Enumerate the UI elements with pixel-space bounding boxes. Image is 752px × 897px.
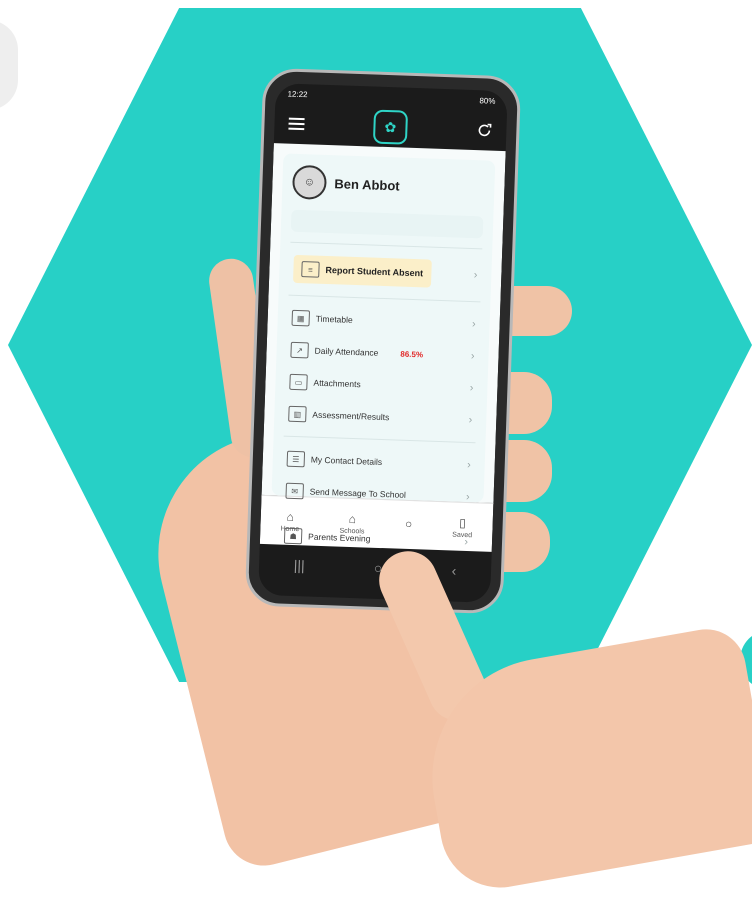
clipboard-icon: ≡ xyxy=(301,261,320,278)
avatar: ☺ xyxy=(291,164,328,200)
back-icon[interactable]: ‹ xyxy=(451,563,456,579)
divider xyxy=(283,435,476,444)
report-student-absent-row[interactable]: ≡ Report Student Absent › xyxy=(289,249,482,296)
nav-saved[interactable]: ▯ Saved xyxy=(452,515,473,539)
status-time: 12:22 xyxy=(287,89,308,99)
profile-icon: ○ xyxy=(404,516,413,532)
folder-icon: ▭ xyxy=(289,373,308,391)
nav-label: Schools xyxy=(339,527,365,535)
attendance-percentage: 86.5% xyxy=(400,349,424,359)
menu-icon[interactable] xyxy=(284,111,309,136)
profile-header[interactable]: ☺ Ben Abbot xyxy=(291,162,485,209)
chevron-right-icon: › xyxy=(473,269,478,282)
report-student-absent-button[interactable]: ≡ Report Student Absent xyxy=(292,254,432,288)
report-student-absent-label: Report Student Absent xyxy=(325,264,424,279)
menu-item-label: Timetable xyxy=(315,313,353,325)
profile-info-strip xyxy=(290,209,484,239)
home-icon: ⌂ xyxy=(286,509,295,524)
menu-item-label: Send Message To School xyxy=(309,486,407,500)
calendar-grid-icon: ▦ xyxy=(291,309,311,327)
nav-schools[interactable]: ⌂ Schools xyxy=(339,511,365,535)
menu-item-assessment-results[interactable]: ▥ Assessment/Results › xyxy=(284,398,477,437)
refresh-icon[interactable] xyxy=(472,118,497,143)
nav-home[interactable]: ⌂ Home xyxy=(280,509,300,533)
system-navigation-bar: ||| ○ ‹ xyxy=(258,544,491,592)
student-name: Ben Abbot xyxy=(334,175,400,193)
chevron-right-icon: › xyxy=(466,459,471,472)
background-decoration-left xyxy=(0,20,18,110)
menu-item-label: Daily Attendance xyxy=(314,345,379,358)
phone-screen: 12:22 80% ✿ ☺ Ben Abbot ≡ Report Student… xyxy=(258,83,508,603)
contact-card-icon: ☰ xyxy=(286,450,306,468)
bar-chart-icon: ▥ xyxy=(288,405,307,423)
divider xyxy=(288,294,481,303)
phone-device: 12:22 80% ✿ ☺ Ben Abbot ≡ Report Student… xyxy=(244,67,522,615)
chevron-right-icon: › xyxy=(468,414,473,427)
app-logo-icon: ✿ xyxy=(372,109,409,145)
chart-line-icon: ↗ xyxy=(290,341,309,359)
student-card: ☺ Ben Abbot ≡ Report Student Absent › ▦ xyxy=(271,153,496,548)
school-icon: ⌂ xyxy=(348,511,357,526)
message-icon: ✉ xyxy=(285,482,304,500)
chevron-right-icon: › xyxy=(465,490,470,504)
status-battery: 80% xyxy=(479,95,496,106)
bookmark-icon: ▯ xyxy=(459,515,467,530)
recent-apps-icon[interactable]: ||| xyxy=(294,557,305,573)
app-content: ☺ Ben Abbot ≡ Report Student Absent › ▦ xyxy=(261,143,506,548)
divider xyxy=(290,241,483,250)
nav-profile[interactable]: ○ xyxy=(405,517,413,533)
nav-label: Saved xyxy=(452,531,473,539)
chevron-right-icon: › xyxy=(470,350,475,363)
chevron-right-icon: › xyxy=(471,318,476,331)
chevron-right-icon: › xyxy=(469,382,474,395)
nav-label: Home xyxy=(280,525,300,533)
menu-item-label: Assessment/Results xyxy=(312,409,390,423)
menu-item-label: Attachments xyxy=(313,377,361,390)
menu-item-label: My Contact Details xyxy=(310,454,383,468)
